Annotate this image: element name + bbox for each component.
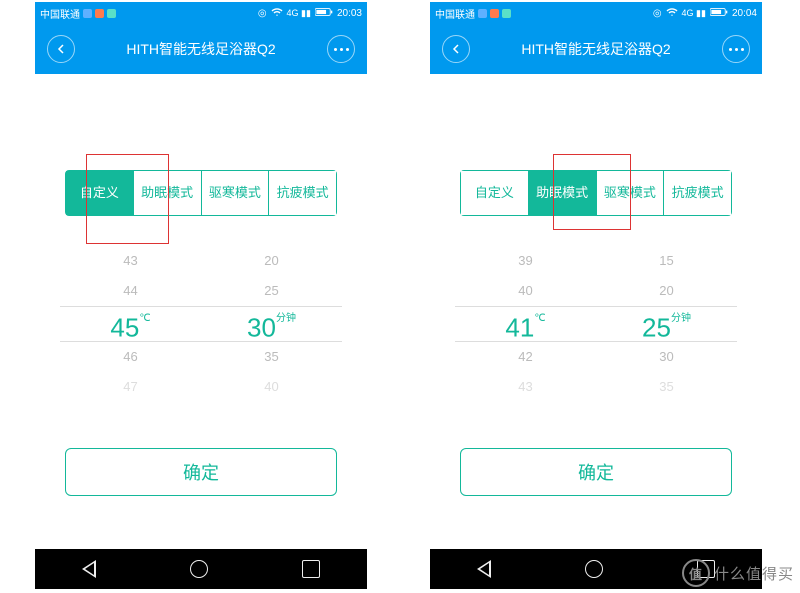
app-header: HITH智能无线足浴器Q2	[430, 24, 762, 74]
nav-recent-icon[interactable]	[302, 560, 320, 578]
watermark-logo-icon: 值	[682, 559, 710, 587]
picker-item: 40	[455, 276, 596, 306]
back-button[interactable]	[442, 35, 470, 63]
picker-item: 43	[455, 372, 596, 402]
mode-tabs: 自定义 助眠模式 驱寒模式 抗疲模式	[65, 170, 337, 216]
picker-selected: 25分钟	[596, 306, 737, 342]
picker-item: 43	[60, 246, 201, 276]
eye-icon: ◎	[258, 8, 267, 19]
clock-label: 20:03	[337, 8, 362, 19]
picker-item: 44	[60, 276, 201, 306]
tab-cold[interactable]: 驱寒模式	[202, 171, 270, 215]
screen-left: 中国联通 ◎ 4G ▮▮ 20:03 HITH智能无线足浴器Q	[35, 2, 367, 496]
watermark-text: 什么值得买	[714, 563, 794, 584]
signal-icon: 4G ▮▮	[682, 8, 706, 19]
picker-item: 35	[201, 342, 342, 372]
watermark: 值 什么值得买	[682, 559, 794, 587]
tab-custom[interactable]: 自定义	[66, 171, 134, 215]
confirm-button[interactable]: 确定	[460, 448, 732, 496]
sim-icon-2	[490, 9, 499, 18]
battery-icon	[315, 6, 333, 21]
tab-custom[interactable]: 自定义	[461, 171, 529, 215]
more-button[interactable]	[327, 35, 355, 63]
picker-item: 30	[596, 342, 737, 372]
battery-icon	[710, 6, 728, 21]
picker-item: 40	[201, 372, 342, 402]
status-bar: 中国联通 ◎ 4G ▮▮ 20:03	[35, 2, 367, 24]
screen-right: 中国联通 ◎ 4G ▮▮ 20:04 HITH智能无线足浴器Q	[430, 2, 762, 496]
picker-item: 15	[596, 246, 737, 276]
eye-icon: ◎	[653, 8, 662, 19]
status-bar: 中国联通 ◎ 4G ▮▮ 20:04	[430, 2, 762, 24]
nav-back-icon[interactable]	[82, 560, 96, 578]
sim-icon-3	[502, 9, 511, 18]
picker-selected: 30分钟	[201, 306, 342, 342]
picker-item: 25	[201, 276, 342, 306]
picker-item: 20	[201, 246, 342, 276]
more-button[interactable]	[722, 35, 750, 63]
carrier-label: 中国联通	[435, 6, 475, 21]
wifi-icon	[271, 6, 283, 21]
temp-picker[interactable]: 39 40 41℃ 42 43	[455, 246, 596, 402]
page-title: HITH智能无线足浴器Q2	[521, 39, 670, 59]
picker-item: 39	[455, 246, 596, 276]
sim-icon-3	[107, 9, 116, 18]
signal-icon: 4G ▮▮	[287, 8, 311, 19]
nav-back-icon[interactable]	[477, 560, 491, 578]
carrier-label: 中国联通	[40, 6, 80, 21]
time-picker[interactable]: 15 20 25分钟 30 35	[596, 246, 737, 402]
wifi-icon	[666, 6, 678, 21]
picker-selected: 41℃	[455, 306, 596, 342]
sim-icon-2	[95, 9, 104, 18]
tab-sleep[interactable]: 助眠模式	[529, 171, 597, 215]
tab-cold[interactable]: 驱寒模式	[597, 171, 665, 215]
picker-item: 46	[60, 342, 201, 372]
android-navbar	[35, 549, 367, 589]
app-header: HITH智能无线足浴器Q2	[35, 24, 367, 74]
temp-picker[interactable]: 43 44 45℃ 46 47	[60, 246, 201, 402]
tab-sleep[interactable]: 助眠模式	[134, 171, 202, 215]
mode-tabs: 自定义 助眠模式 驱寒模式 抗疲模式	[460, 170, 732, 216]
sim-icon-1	[478, 9, 487, 18]
nav-home-icon[interactable]	[585, 560, 603, 578]
tab-fatigue[interactable]: 抗疲模式	[664, 171, 731, 215]
clock-label: 20:04	[732, 8, 757, 19]
picker-item: 20	[596, 276, 737, 306]
sim-icon-1	[83, 9, 92, 18]
tab-fatigue[interactable]: 抗疲模式	[269, 171, 336, 215]
confirm-button[interactable]: 确定	[65, 448, 337, 496]
page-title: HITH智能无线足浴器Q2	[126, 39, 275, 59]
time-picker[interactable]: 20 25 30分钟 35 40	[201, 246, 342, 402]
nav-home-icon[interactable]	[190, 560, 208, 578]
picker-item: 47	[60, 372, 201, 402]
picker-selected: 45℃	[60, 306, 201, 342]
picker-item: 35	[596, 372, 737, 402]
back-button[interactable]	[47, 35, 75, 63]
picker-item: 42	[455, 342, 596, 372]
